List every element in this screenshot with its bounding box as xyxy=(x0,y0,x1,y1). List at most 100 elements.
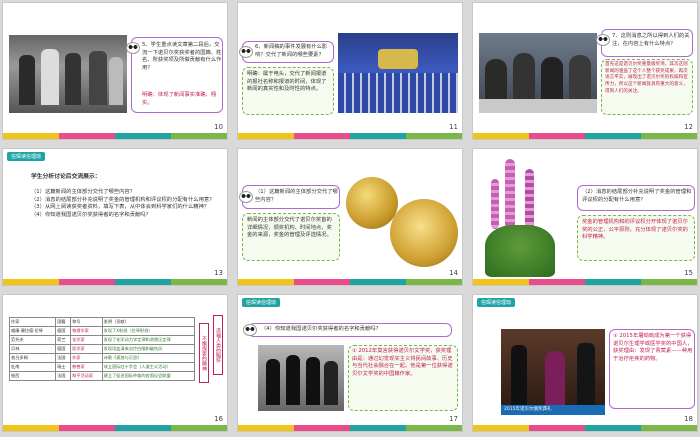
question-box: 6、新闻稿的事件发展有什么影响？交代了新闻的哪些要素？ xyxy=(239,41,334,63)
question-item: （1）这篇新闻的主体部分交代了哪些内容？ xyxy=(31,189,136,195)
slide-thumbnail-18[interactable]: 信琛读信理琼 2015年诺贝尔颁奖典礼 ② 2015年屠呦呦成为第一个获得诺贝尔… xyxy=(472,294,698,432)
panda-icon xyxy=(239,46,253,58)
slide-number: 16 xyxy=(214,415,223,423)
color-bar xyxy=(238,133,462,139)
slide-number: 17 xyxy=(449,415,458,423)
slide-number: 18 xyxy=(684,415,693,423)
answer-box: ② 2015年屠呦呦成为第一个获得诺贝尔生理学或医学奖的中国人，获奖理由：发现了… xyxy=(609,329,695,409)
section-tag: 信琛读信理琼 xyxy=(242,298,281,307)
color-bar xyxy=(238,425,462,431)
answer-box: 新闻的主体部分交代了诺贝尔奖首的详细情况，颁奖机构、时间地点，奖金的来源，奖金的… xyxy=(242,213,340,261)
table-header: 发明（贡献） xyxy=(101,317,196,327)
table-header: 国籍 xyxy=(55,317,72,327)
color-bar xyxy=(238,279,462,285)
table-header: 称号 xyxy=(70,317,103,327)
slide-thumbnail-12[interactable]: 7、这则消息之所以得到人们的关注，在内容上有什么特点？ 首先这是诺贝尔奖重量级奖… xyxy=(472,2,698,140)
table-cell: 法国 xyxy=(55,353,72,363)
table-cell: 杜南 xyxy=(8,362,57,372)
table-cell: 帕西 xyxy=(8,371,57,381)
table-cell: 发现了X射线（伦琴射线） xyxy=(101,326,196,336)
table-row: 威廉·康拉德·伦琴 德国 物理学家 发现了X射线（伦琴射线） xyxy=(8,326,196,336)
answer-text: ① 2012年莫言获得诺贝尔文学奖，获奖理由是：通过幻觉现实主义将民间故事、历史… xyxy=(352,348,453,378)
answer-text: ② 2015年屠呦呦成为第一个获得诺贝尔生理学或医学奖的中国人，获奖理由：发现了… xyxy=(613,333,693,363)
slide-number: 14 xyxy=(449,269,458,277)
table-cell: 化学家 xyxy=(70,335,103,345)
table-cell: 成立国际红十字会（人道主义活动） xyxy=(101,362,196,372)
slide-thumbnail-10[interactable]: 5、学生重点读文章第二段后，交流一下诺贝尔奖获奖者的国籍、姓名、所获奖项及所做贡… xyxy=(2,2,228,140)
panda-icon xyxy=(596,34,610,46)
color-bar xyxy=(473,425,697,431)
question-text: （4）你知道我国诺贝尔奖获得者的名字和贡献吗？ xyxy=(261,326,381,332)
section-tag: 信琛读信理琼 xyxy=(477,298,516,307)
tu-youyou-award-photo: 2015年诺贝尔颁奖典礼 xyxy=(501,329,605,415)
color-bar xyxy=(473,133,697,139)
slide-number: 15 xyxy=(684,269,693,277)
slide-thumbnail-13[interactable]: 信琛读信理琼 学生分析讨论后交流展示： （1）这篇新闻的主体部分交代了哪些内容？… xyxy=(2,148,228,286)
panda-icon xyxy=(239,191,253,203)
answer-text: 明确：体现了新闻事实准确、翔实。 xyxy=(142,92,217,106)
slide-thumbnail-14[interactable]: （1）这篇新闻的主体部分交代了哪些内容？ 新闻的主体部分交代了诺贝尔奖首的详细情… xyxy=(237,148,463,286)
table-cell: 作家 xyxy=(70,353,103,363)
answer-box: 首先这是诺贝尔奖重量级奖项，其次这则新闻的涵盖了这个人整个获奖成果，再次语言平实… xyxy=(601,59,693,115)
table-cell: 发现用血清来治疗白喉和破伤风 xyxy=(101,344,196,354)
question-text: 5、学生重点读文章第二段后，交流一下诺贝尔奖获奖者的国籍、姓名、所获奖项及所做贡… xyxy=(142,42,222,72)
nobel-medal-front xyxy=(346,177,398,229)
historical-photo xyxy=(9,35,127,113)
table-header-row: 作家 国籍 称号 发明（贡献） xyxy=(8,317,196,327)
spirit-label: 不懈探索的精神 xyxy=(199,323,209,383)
table-cell: 荷兰 xyxy=(55,335,72,345)
question-item: （3）从网上阅读获奖者资料，填写下表，从中体会到科学家们的什么精神？ xyxy=(31,204,210,211)
slide-title: 学生分析讨论后交流展示： xyxy=(31,174,101,180)
color-bar xyxy=(473,279,697,285)
answer-text: 新闻的主体部分交代了诺贝尔奖首的详细情况，颁奖机构、时间地点，奖金的来源，奖金的… xyxy=(247,217,332,239)
slide-number: 10 xyxy=(214,123,223,131)
table-cell: 物理学家 xyxy=(70,326,103,336)
answer-box: ① 2012年莫言获得诺贝尔文学奖，获奖理由是：通过幻觉现实主义将民间故事、历史… xyxy=(348,345,458,411)
table-cell: 和平活动家 xyxy=(70,371,103,381)
panda-icon xyxy=(126,42,140,54)
slide-number: 11 xyxy=(449,123,458,131)
color-bar xyxy=(3,279,227,285)
spirit-label: 造福人类的胸怀 xyxy=(213,315,223,375)
slide-thumbnail-11[interactable]: 6、新闻稿的事件发展有什么影响？交代了新闻的哪些要素？ 明确：属于电头，交代了新… xyxy=(237,2,463,140)
slide-number: 13 xyxy=(214,269,223,277)
laureates-table: 作家 国籍 称号 发明（贡献） 威廉·康拉德·伦琴 德国 物理学家 发现了X射线（伦琴… xyxy=(8,317,196,381)
slide-thumbnail-15[interactable]: （2）消息的结尾部分补充说明了奖金的管理和评议权的分配有什么用意？ 奖金的管理机… xyxy=(472,148,698,286)
table-cell: 慈善家 xyxy=(70,362,103,372)
section-tag: 信琛读信理琼 xyxy=(7,152,46,161)
table-row: 贝林 德国 医学家 发现用血清来治疗白喉和破伤风 xyxy=(8,344,196,354)
slide-sorter-view: { "slides": [ {"num": "10", "q": "5、学生重点… xyxy=(0,0,700,437)
nobel-medal-portrait xyxy=(390,199,458,267)
table-cell: 法国 xyxy=(55,371,72,381)
table-cell: 普吕多姆 xyxy=(8,353,57,363)
question-text: （2）消息的结尾部分补充说明了奖金的管理和评议权的分配有什么用意？ xyxy=(582,189,692,203)
question-box: 5、学生重点读文章第二段后，交流一下诺贝尔奖获奖者的国籍、姓名、所获奖项及所做贡… xyxy=(126,37,223,113)
question-text: 7、这则消息之所以得到人们的关注，在内容上有什么特点？ xyxy=(612,33,690,47)
table-cell: 范托夫 xyxy=(8,335,57,345)
question-box: （1）这篇新闻的主体部分交代了哪些内容？ xyxy=(239,185,340,209)
table-row: 杜南 瑞士 慈善家 成立国际红十字会（人道主义活动） xyxy=(8,362,196,372)
table-cell: 瑞士 xyxy=(55,362,72,372)
answer-text: 奖金的管理机构和的评议权分开体现了诺贝尔奖的公正、公平原则，充分体现了诺贝尔奖的… xyxy=(582,219,688,241)
mo-yan-award-photo xyxy=(258,345,344,411)
color-bar xyxy=(3,425,227,431)
question-box: （4）你知道我国诺贝尔奖获得者的名字和贡献吗？ xyxy=(243,323,452,337)
table-cell: 发现了化学动力学定律和渗透压定律 xyxy=(101,335,196,345)
question-item: （4）你知道我国诺贝尔奖获得者的名字和贡献吗？ xyxy=(31,212,151,219)
table-row: 范托夫 荷兰 化学家 发现了化学动力学定律和渗透压定律 xyxy=(8,335,196,345)
ceremony-hall-photo xyxy=(338,33,458,113)
question-box: 7、这则消息之所以得到人们的关注，在内容上有什么特点？ xyxy=(596,29,693,57)
answer-text: 明确：属于电头，交代了新闻报道的报社名称和报道的时间，体现了新闻的真实性和及时性… xyxy=(247,71,327,93)
flower-photo xyxy=(485,159,555,277)
question-box: （2）消息的结尾部分补充说明了奖金的管理和评议权的分配有什么用意？ xyxy=(577,185,695,211)
answer-text: 首先这是诺贝尔奖重量级奖项，其次这则新闻的涵盖了这个人整个获奖成果，再次语言平实… xyxy=(605,62,688,94)
table-cell: 医学家 xyxy=(70,344,103,354)
panda-icon xyxy=(243,324,257,336)
table-cell: 德国 xyxy=(55,344,72,354)
answer-box: 奖金的管理机构和的评议权分开体现了诺贝尔奖的公正、公平原则，充分体现了诺贝尔奖的… xyxy=(577,215,695,261)
slide-number: 12 xyxy=(684,123,693,131)
slide-thumbnail-17[interactable]: 信琛读信理琼 （4）你知道我国诺贝尔奖获得者的名字和贡献吗？ ① 2012年莫言… xyxy=(237,294,463,432)
slide-thumbnail-16[interactable]: 作家 国籍 称号 发明（贡献） 威廉·康拉德·伦琴 德国 物理学家 发现了X射线（伦琴… xyxy=(2,294,228,432)
answer-box: 明确：属于电头，交代了新闻报道的报社名称和报道的时间，体现了新闻的真实性和及时性… xyxy=(242,67,334,115)
table-row: 普吕多姆 法国 作家 诗歌《孤独与沉思》 xyxy=(8,353,196,363)
